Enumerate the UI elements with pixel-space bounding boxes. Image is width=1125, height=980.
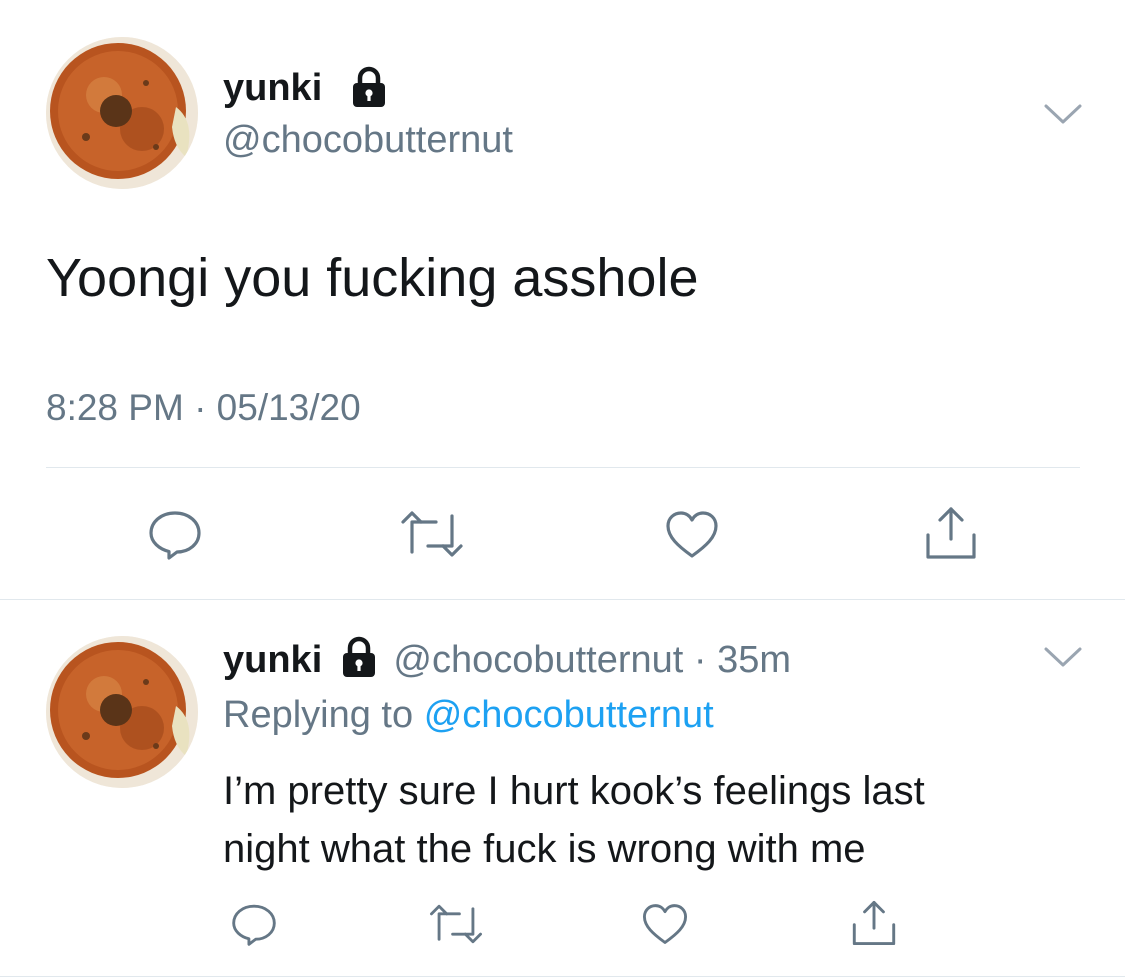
replying-handle-link[interactable]: @chocobutternut — [424, 694, 714, 736]
handle[interactable]: @chocobutternut — [393, 639, 683, 681]
timestamp[interactable]: 8:28 PM · 05/13/20 — [46, 386, 361, 430]
reply-icon[interactable] — [147, 508, 203, 560]
replying-prefix: Replying to — [223, 694, 414, 736]
retweet-icon[interactable] — [398, 508, 466, 560]
time-ago[interactable]: 35m — [717, 639, 791, 681]
avatar[interactable] — [46, 37, 198, 189]
reply-text-line: I’m pretty sure I hurt kook’s feelings l… — [223, 769, 925, 813]
display-name[interactable]: yunki — [223, 639, 322, 681]
reply-icon[interactable] — [230, 902, 278, 946]
lock-icon — [349, 66, 389, 108]
avatar[interactable] — [46, 636, 198, 788]
tweet-separator — [0, 599, 1125, 600]
replying-to: Replying to @chocobutternut — [223, 693, 714, 737]
like-icon[interactable] — [641, 903, 689, 946]
share-icon[interactable] — [922, 505, 980, 561]
tweet-text: Yoongi you fucking asshole — [46, 248, 699, 308]
like-icon[interactable] — [664, 510, 720, 560]
reply-header: yunki @chocobutternut · 35m — [223, 636, 791, 682]
reply-text-line: night what the fuck is wrong with me — [223, 827, 866, 871]
lock-icon — [339, 636, 379, 678]
separator: · — [693, 639, 707, 681]
chevron-down-icon[interactable] — [1043, 644, 1083, 672]
retweet-icon[interactable] — [427, 902, 485, 946]
share-icon[interactable] — [849, 899, 899, 947]
display-name[interactable]: yunki — [223, 66, 322, 110]
handle[interactable]: @chocobutternut — [223, 118, 513, 162]
bottom-divider — [0, 976, 1125, 977]
chevron-down-icon[interactable] — [1043, 101, 1083, 129]
divider — [46, 467, 1080, 468]
reply-text: I’m pretty sure I hurt kook’s feelings l… — [223, 762, 925, 878]
